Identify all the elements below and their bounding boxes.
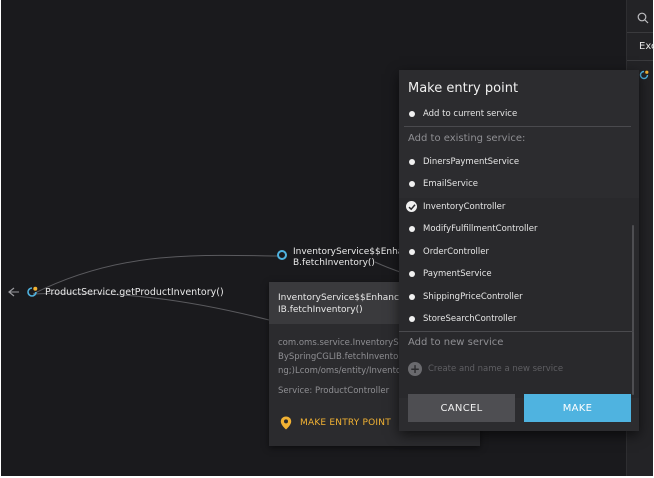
service-label: EmailService — [423, 179, 478, 189]
service-option[interactable]: DinersPaymentService — [408, 157, 519, 167]
node-ring-icon — [277, 250, 287, 260]
radio-icon — [409, 249, 415, 255]
radio-icon — [409, 316, 415, 322]
radio-icon — [409, 294, 415, 300]
service-label: ModifyFulfillmentController — [423, 224, 538, 234]
option-label: Add to current service — [423, 109, 518, 119]
service-option[interactable]: EmailService — [408, 179, 478, 189]
service-option[interactable]: StoreSearchController — [408, 314, 516, 324]
service-label: InventoryController — [423, 201, 506, 212]
panel-tab-label[interactable]: Exe — [639, 41, 654, 52]
create-new-service-input[interactable]: + Create and name a new service — [408, 362, 563, 376]
new-service-header: Add to new service — [408, 337, 504, 348]
radio-icon — [409, 111, 415, 117]
option-add-to-current-service[interactable]: Add to current service — [408, 109, 517, 119]
dialog-title: Make entry point — [408, 81, 519, 96]
node-label: InventoryService$$Enhan B.fetchInventory… — [293, 247, 410, 268]
entry-point-icon — [27, 286, 38, 297]
popup-header-text: InventoryService$$Enhancer IB.fetchInven… — [278, 293, 409, 315]
divider — [627, 60, 653, 61]
service-label: DinersPaymentService — [423, 157, 520, 167]
service-label: PaymentService — [423, 269, 492, 279]
make-button[interactable]: MAKE — [524, 394, 631, 422]
service-option[interactable]: OrderController — [408, 247, 489, 257]
service-label: ShippingPriceController — [423, 292, 523, 302]
entry-point-icon — [639, 70, 649, 80]
divider — [399, 331, 634, 332]
radio-icon — [409, 271, 415, 277]
divider — [627, 32, 653, 33]
service-label: OrderController — [423, 247, 489, 257]
radio-icon — [409, 181, 415, 187]
service-option-selected[interactable]: InventoryController — [406, 201, 506, 212]
radio-icon — [409, 159, 415, 165]
popup-service-label: Service: ProductController — [278, 386, 390, 396]
radio-icon — [409, 226, 415, 232]
graph-node-product-service[interactable]: ProductService.getProductInventory() — [5, 285, 224, 299]
node-label: ProductService.getProductInventory() — [45, 286, 224, 298]
divider — [404, 126, 631, 127]
service-option[interactable]: PaymentService — [408, 269, 492, 279]
service-option[interactable]: ShippingPriceController — [408, 292, 523, 302]
checkmark-icon — [406, 201, 417, 212]
chevron-left-icon[interactable] — [5, 285, 19, 299]
location-pin-icon — [280, 416, 292, 430]
popup-description: com.oms.service.InventorySe BySpringCGLI… — [278, 338, 404, 376]
service-list-scrollbar[interactable] — [632, 225, 634, 395]
existing-service-header: Add to existing service: — [408, 133, 526, 144]
make-entry-point-label: MAKE ENTRY POINT — [300, 418, 391, 428]
service-option[interactable]: ModifyFulfillmentController — [408, 224, 537, 234]
make-entry-point-dialog: Make entry point Add to current service … — [399, 70, 639, 431]
service-label: StoreSearchController — [423, 314, 517, 324]
plus-icon: + — [408, 362, 422, 376]
create-service-placeholder: Create and name a new service — [428, 364, 564, 374]
cancel-button[interactable]: CANCEL — [408, 394, 515, 422]
make-entry-point-link[interactable]: MAKE ENTRY POINT — [280, 416, 391, 430]
search-icon[interactable] — [637, 12, 649, 24]
graph-node-inventory-service[interactable]: InventoryService$$Enhan B.fetchInventory… — [277, 247, 409, 269]
